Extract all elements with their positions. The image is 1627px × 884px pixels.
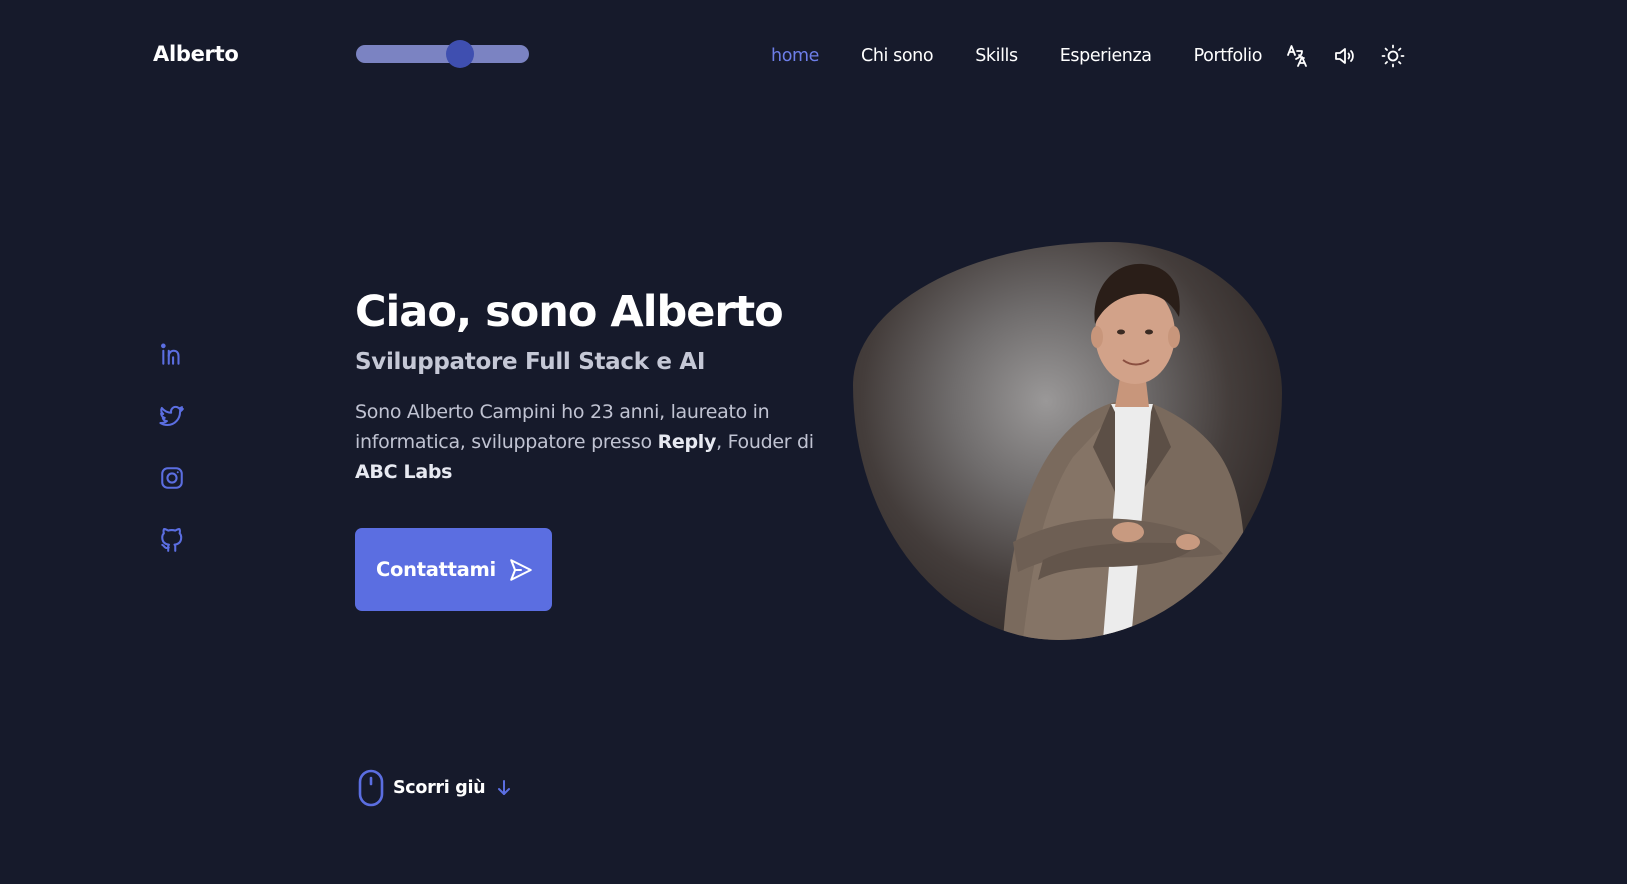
slider-thumb[interactable]: [445, 40, 474, 68]
volume-icon[interactable]: [1332, 43, 1358, 69]
profile-photo: [853, 242, 1282, 640]
theme-slider[interactable]: [356, 40, 529, 68]
company-name: Reply: [657, 431, 717, 453]
send-icon: [510, 558, 532, 581]
contact-button[interactable]: Contattami: [355, 528, 552, 611]
github-icon[interactable]: [158, 526, 186, 554]
contact-button-label: Contattami: [376, 558, 496, 581]
instagram-icon[interactable]: [158, 464, 186, 492]
main-nav: home Chi sono Skills Esperienza Portfoli…: [771, 42, 1406, 70]
hero-title: Ciao, sono Alberto: [355, 287, 784, 337]
sun-icon[interactable]: [1380, 43, 1406, 69]
hero-subtitle: Sviluppatore Full Stack e AI: [355, 349, 706, 375]
hero-description: Sono Alberto Campini ho 23 anni, laureat…: [355, 397, 815, 487]
translate-icon[interactable]: [1284, 43, 1310, 69]
desc-text-2: , Fouder di: [716, 431, 814, 453]
nav-esperienza[interactable]: Esperienza: [1060, 46, 1152, 66]
twitter-icon[interactable]: [158, 402, 186, 430]
nav-chi-sono[interactable]: Chi sono: [861, 46, 934, 66]
linkedin-icon[interactable]: [158, 340, 186, 368]
mouse-icon: [358, 769, 384, 807]
scroll-label: Scorri giù: [393, 778, 486, 798]
nav-portfolio[interactable]: Portfolio: [1194, 46, 1263, 66]
arrow-down-icon: [498, 780, 511, 795]
logo[interactable]: Alberto: [153, 42, 239, 66]
nav-skills[interactable]: Skills: [975, 46, 1018, 66]
page: Alberto home Chi sono Skills Esperienza …: [0, 0, 1627, 884]
startup-name: ABC Labs: [355, 461, 453, 483]
person-illustration: [1003, 263, 1246, 640]
nav-home[interactable]: home: [771, 46, 819, 66]
scroll-down[interactable]: Scorri giù: [357, 769, 513, 807]
social-links: [158, 340, 186, 588]
